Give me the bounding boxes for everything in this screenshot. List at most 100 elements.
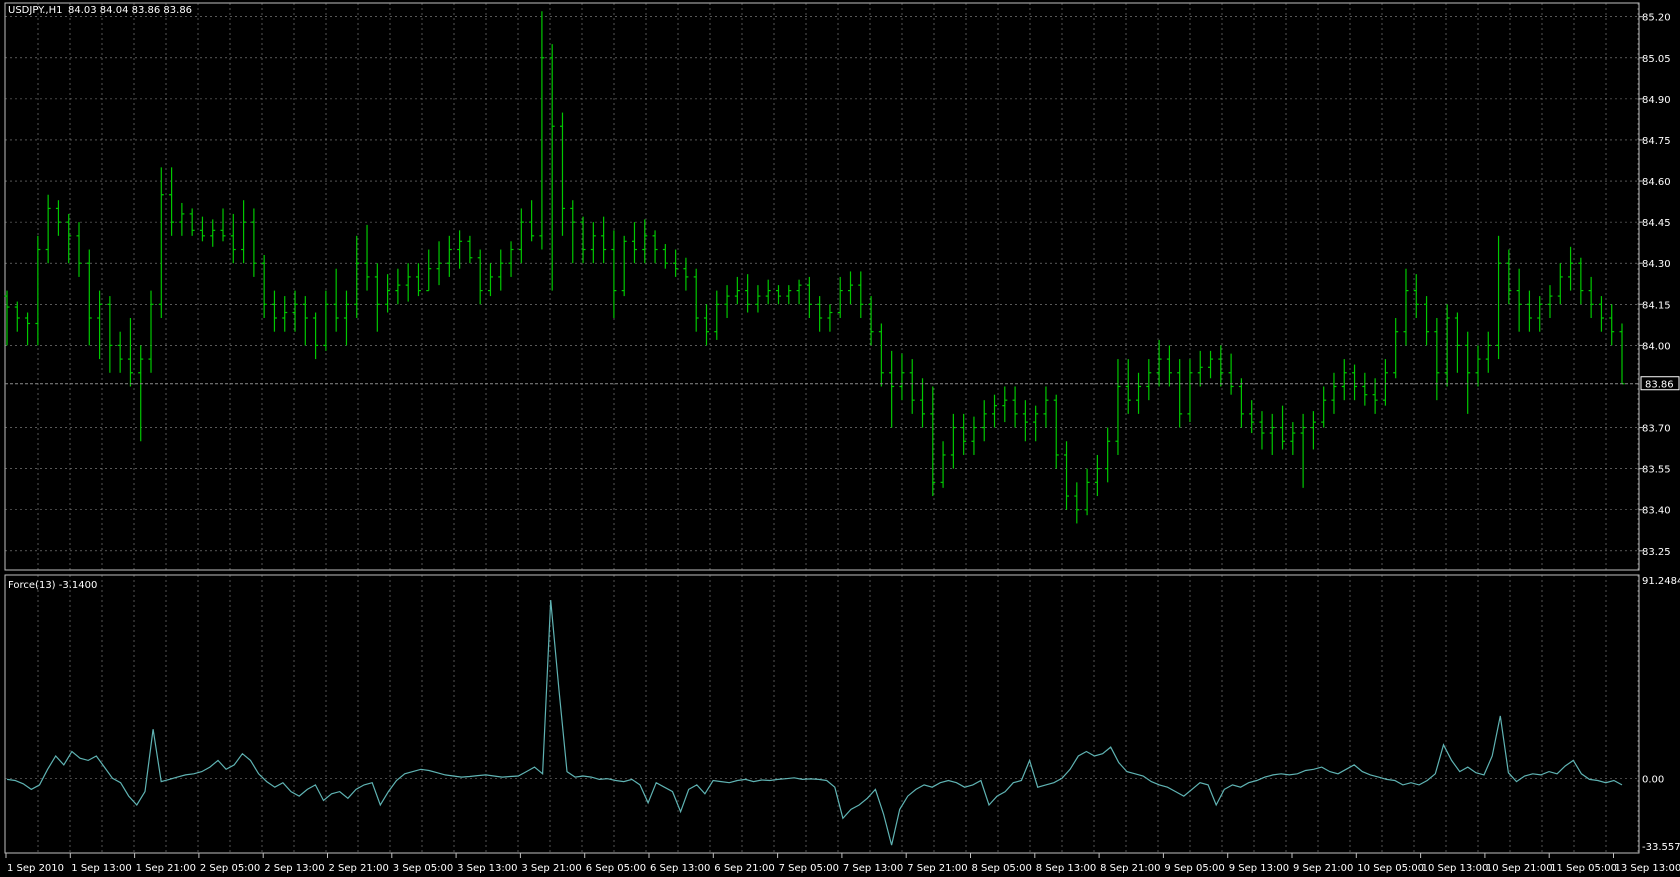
ohlc-bar-51 xyxy=(529,200,535,242)
ohlc-bar-36 xyxy=(374,263,380,332)
time-tick-label-12: 7 Sep 05:00 xyxy=(779,863,839,874)
ohlc-bar-5 xyxy=(55,200,61,236)
ohlc-bar-13 xyxy=(138,345,144,442)
time-tick-label-10: 6 Sep 13:00 xyxy=(650,863,710,874)
ohlc-bar-101 xyxy=(1043,386,1049,428)
ohlc-bar-119 xyxy=(1228,353,1234,395)
ohlc-bar-87 xyxy=(899,353,905,401)
price-tick-label-4: 84.60 xyxy=(1642,177,1671,188)
indicator-axis: 91.2484 0.00 -33.5576 xyxy=(1642,576,1680,853)
ohlc-bar-105 xyxy=(1084,468,1090,516)
ohlc-bar-123 xyxy=(1269,413,1275,455)
ohlc-bar-45 xyxy=(467,235,473,264)
ohlc-bar-10 xyxy=(107,296,113,373)
ohlc-bar-147 xyxy=(1516,268,1522,332)
time-tick-label-11: 6 Sep 21:00 xyxy=(714,863,774,874)
ohlc-bar-135 xyxy=(1393,318,1399,379)
ohlc-bar-63 xyxy=(652,230,658,264)
ohlc-bar-66 xyxy=(683,257,689,291)
time-tick-label-23: 10 Sep 21:00 xyxy=(1486,863,1553,874)
ohlc-bar-85 xyxy=(878,323,884,387)
ohlc-bar-74 xyxy=(765,279,771,305)
indicator-grid xyxy=(5,575,1639,853)
ohlc-bar-69 xyxy=(714,290,720,340)
time-tick-label-3: 2 Sep 05:00 xyxy=(200,863,260,874)
ohlc-bar-73 xyxy=(755,285,761,313)
ohlc-bar-138 xyxy=(1424,296,1430,346)
ohlc-bar-99 xyxy=(1022,400,1028,442)
ohlc-bar-79 xyxy=(817,296,823,332)
time-tick-label-0: 1 Sep 2010 xyxy=(7,863,64,874)
ohlc-bar-106 xyxy=(1094,454,1100,497)
ohlc-bar-149 xyxy=(1537,296,1543,332)
price-tick-label-7: 84.15 xyxy=(1642,300,1671,311)
time-tick-label-8: 3 Sep 21:00 xyxy=(521,863,581,874)
price-tick-label-2: 84.90 xyxy=(1642,95,1671,106)
time-tick-label-1: 1 Sep 13:00 xyxy=(71,863,131,874)
ohlc-bar-62 xyxy=(642,219,648,264)
ohlc-bar-1 xyxy=(14,301,20,332)
ohlc-bar-145 xyxy=(1496,235,1502,360)
ohlc-bar-83 xyxy=(858,271,864,318)
ohlc-bar-112 xyxy=(1156,339,1162,387)
ohlc-bar-52 xyxy=(539,11,545,250)
ohlc-bar-155 xyxy=(1598,296,1604,332)
ohlc-bar-20 xyxy=(210,219,216,247)
ohlc-bar-90 xyxy=(930,386,936,497)
time-tick-label-5: 2 Sep 21:00 xyxy=(329,863,389,874)
time-tick-label-22: 10 Sep 13:00 xyxy=(1422,863,1489,874)
ohlc-bar-46 xyxy=(477,249,483,305)
price-tick-label-12: 83.25 xyxy=(1642,547,1671,558)
time-tick-label-15: 8 Sep 05:00 xyxy=(972,863,1032,874)
ohlc-bar-103 xyxy=(1064,441,1070,510)
time-tick-label-25: 13 Sep 13:00 xyxy=(1615,863,1680,874)
ohlc-bar-100 xyxy=(1033,405,1039,442)
price-tick-label-8: 84.00 xyxy=(1642,341,1671,352)
ohlc-bar-17 xyxy=(179,202,185,236)
ohlc-bar-58 xyxy=(601,216,607,264)
main-chart-grid xyxy=(5,3,1639,570)
ohlc-bar-50 xyxy=(518,208,524,264)
ohlc-bar-108 xyxy=(1115,359,1121,455)
ohlc-bar-75 xyxy=(775,285,781,305)
ohlc-bar-38 xyxy=(395,268,401,305)
ohlc-bar-84 xyxy=(868,296,874,346)
ohlc-bar-124 xyxy=(1280,405,1286,450)
ohlc-bar-142 xyxy=(1465,331,1471,414)
ohlc-bar-71 xyxy=(734,276,740,305)
price-tick-label-6: 84.30 xyxy=(1642,259,1671,270)
ohlc-bar-56 xyxy=(580,216,586,264)
symbol-label: USDJPY.,H1 xyxy=(8,5,62,16)
ohlc-bar-122 xyxy=(1259,411,1265,450)
time-tick-label-21: 10 Sep 05:00 xyxy=(1357,863,1424,874)
ohlc-bar-9 xyxy=(97,290,103,360)
ohlc-bar-121 xyxy=(1249,400,1255,434)
ohlc-bar-116 xyxy=(1197,350,1203,387)
time-tick-label-16: 8 Sep 13:00 xyxy=(1036,863,1096,874)
ohlc-bar-118 xyxy=(1218,345,1224,387)
ohlc-bar-150 xyxy=(1547,285,1553,318)
ohlc-bar-35 xyxy=(364,224,370,291)
ohlc-bar-34 xyxy=(354,235,360,318)
price-tick-label-11: 83.40 xyxy=(1642,506,1671,517)
time-tick-label-6: 3 Sep 05:00 xyxy=(393,863,453,874)
ohlc-bar-89 xyxy=(920,378,926,428)
price-tick-label-1: 85.05 xyxy=(1642,54,1671,65)
ohlc-bar-156 xyxy=(1609,304,1615,346)
main-chart-frame xyxy=(4,2,1640,571)
ohlc-bar-127 xyxy=(1310,411,1316,450)
ohlc-bars xyxy=(4,11,1625,524)
ohlc-bar-59 xyxy=(611,230,617,318)
ohlc-bar-29 xyxy=(302,296,308,346)
indicator-tick-label-0: 91.2484 xyxy=(1642,576,1680,587)
ohlc-bar-109 xyxy=(1125,359,1131,414)
ohlc-bar-3 xyxy=(35,235,41,346)
ohlc-bar-139 xyxy=(1434,318,1440,401)
price-tick-label-0: 85.20 xyxy=(1642,13,1671,24)
time-tick-label-4: 2 Sep 13:00 xyxy=(264,863,324,874)
chart-canvas[interactable]: 85.20 85.05 84.90 84.75 84.60 84.45 84.30 84.15… xyxy=(0,0,1680,877)
ohlc-bar-72 xyxy=(745,274,751,313)
ohlc-bar-126 xyxy=(1300,413,1306,488)
ohlc-bar-77 xyxy=(796,279,802,305)
ohlc-bar-148 xyxy=(1526,290,1532,332)
